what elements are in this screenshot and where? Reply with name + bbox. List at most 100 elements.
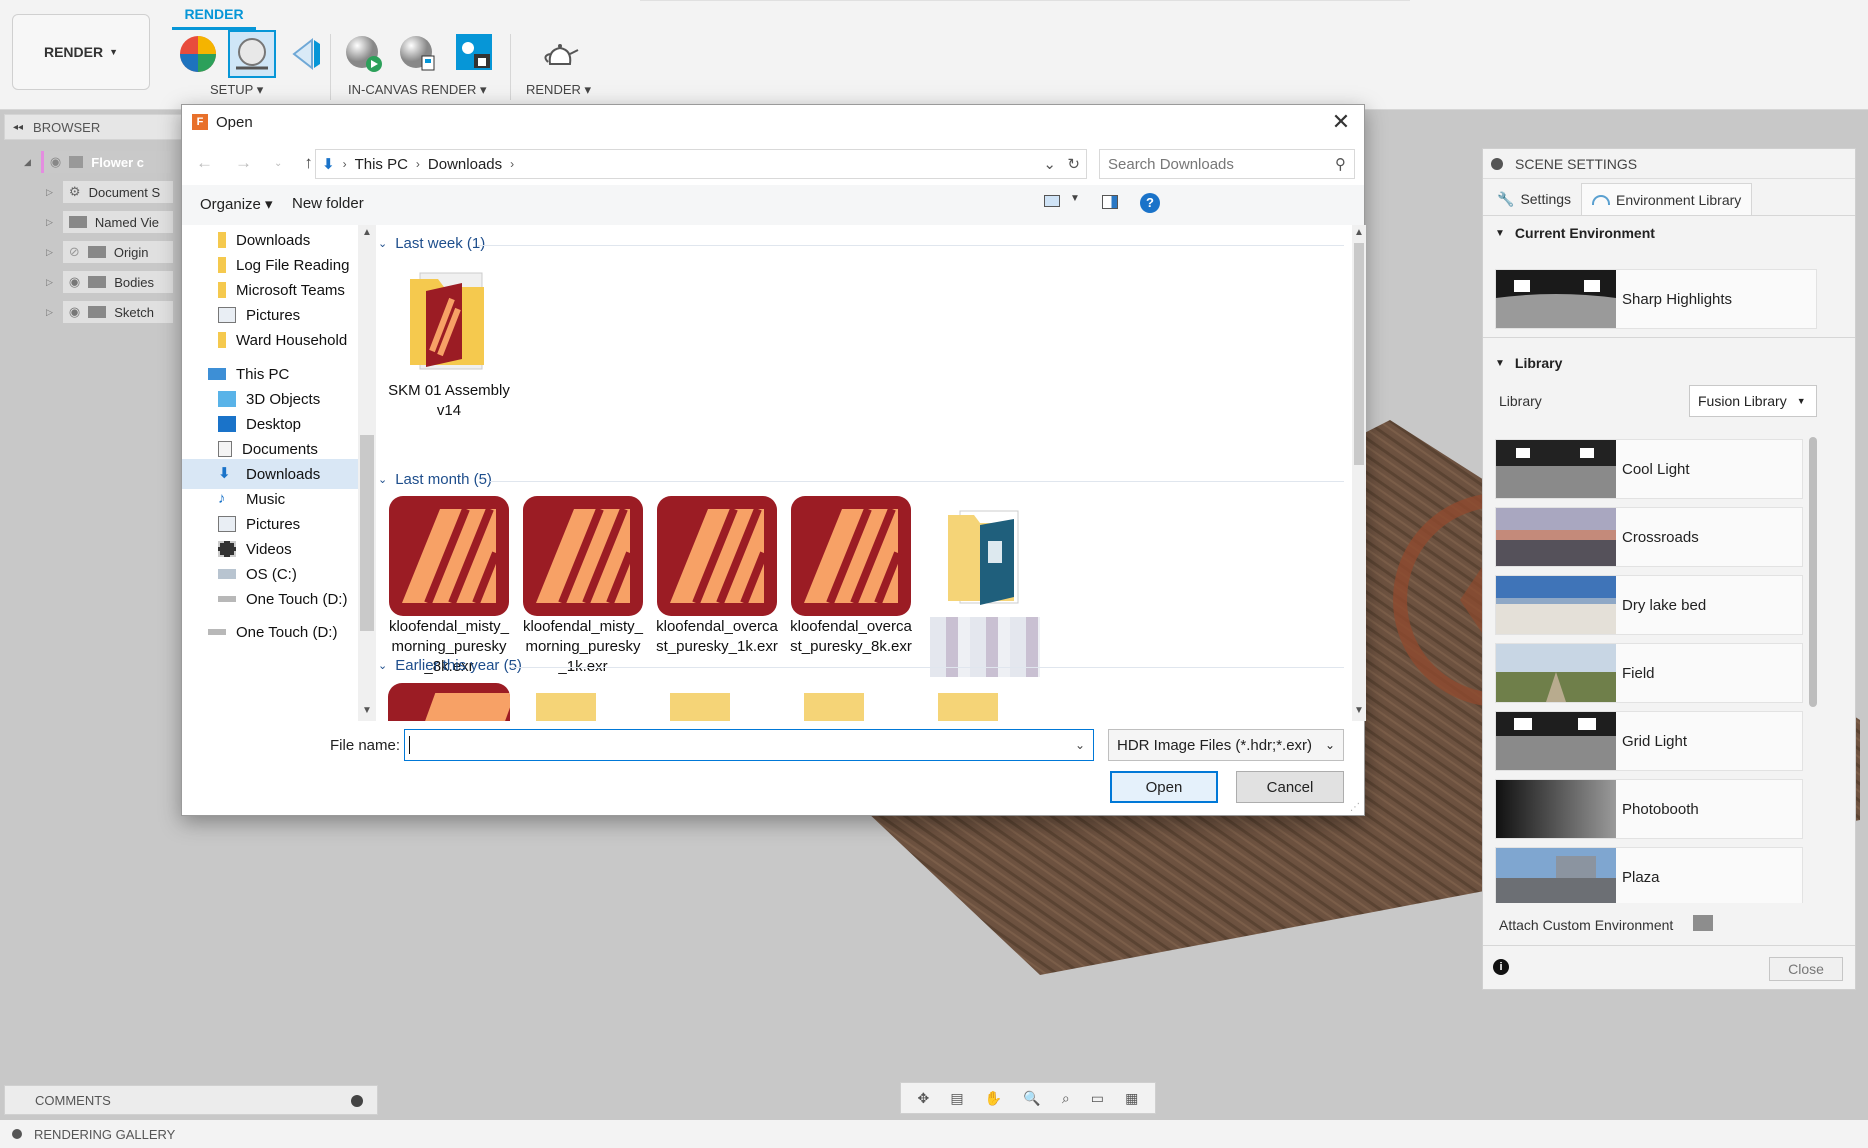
pan-hand-icon[interactable]: ✋ <box>985 1090 1002 1107</box>
environment-item-dry-lake-bed[interactable]: Dry lake bed <box>1495 575 1803 635</box>
comments-panel[interactable]: COMMENTS <box>4 1085 378 1115</box>
folder-icon[interactable] <box>938 693 998 721</box>
expand-triangle-icon[interactable]: ▷ <box>46 187 53 198</box>
navigation-pane-scrollbar[interactable]: ▲ ▼ <box>358 225 376 721</box>
browser-item-bodies[interactable]: ▷ ◉ Bodies <box>46 270 173 294</box>
workspace-switcher-button[interactable]: RENDER ▼ <box>12 14 150 90</box>
tab-environment-library[interactable]: Environment Library <box>1581 183 1753 215</box>
scroll-up-icon[interactable]: ▲ <box>1354 227 1364 238</box>
texture-map-icon[interactable] <box>286 34 326 74</box>
browser-item-sketches[interactable]: ▷ ◉ Sketch <box>46 300 173 324</box>
group-header-earlier-this-year[interactable]: ⌄ Earlier this year (5) <box>378 657 522 674</box>
view-dropdown-icon[interactable]: ▼ <box>1070 193 1080 204</box>
file-item-exr[interactable]: kloofendal_overcast_puresky_8k.exr <box>790 495 912 657</box>
library-select[interactable]: Fusion Library ▼ <box>1689 385 1817 417</box>
cancel-button[interactable]: Cancel <box>1236 771 1344 803</box>
dialog-title-bar[interactable]: F Open <box>182 105 1364 139</box>
file-name-input[interactable]: ⌄ <box>404 729 1094 761</box>
close-icon[interactable]: ✕ <box>1328 109 1354 135</box>
nav-item-ward-household[interactable]: Ward Household <box>182 325 358 355</box>
environment-item-plaza[interactable]: Plaza <box>1495 847 1803 903</box>
browser-panel-header[interactable]: ◂◂ BROWSER <box>4 114 182 140</box>
file-item-exr[interactable]: kloofendal_misty_morning_puresky_8k.exr <box>388 495 510 677</box>
in-canvas-render-group-label[interactable]: IN-CANVAS RENDER ▾ <box>348 82 486 98</box>
file-item-exr[interactable]: kloofendal_misty_morning_puresky_1k.exr <box>522 495 644 677</box>
in-canvas-render-settings-icon[interactable] <box>398 34 438 74</box>
eye-icon[interactable]: ◉ <box>69 304 80 320</box>
environment-item-grid-light[interactable]: Grid Light <box>1495 711 1803 771</box>
environment-list-scrollbar[interactable] <box>1809 437 1817 707</box>
resize-grip-icon[interactable]: ⋰ <box>1350 802 1360 813</box>
eye-icon[interactable]: ◉ <box>50 154 61 170</box>
add-comment-icon[interactable] <box>351 1095 363 1107</box>
expand-triangle-icon[interactable]: ◢ <box>24 157 31 168</box>
file-item-skm-assembly[interactable]: SKM 01 Assembly v14 <box>388 259 510 421</box>
file-type-select[interactable]: HDR Image Files (*.hdr;*.exr) ⌄ <box>1108 729 1344 761</box>
change-view-icon[interactable] <box>1044 195 1060 207</box>
expand-triangle-icon[interactable]: ▷ <box>46 277 53 288</box>
display-settings-icon[interactable]: ▭ <box>1091 1090 1104 1107</box>
dropdown-arrow-icon[interactable]: ⌄ <box>1075 738 1085 752</box>
breadcrumb-downloads[interactable]: Downloads <box>428 156 502 173</box>
render-teapot-icon[interactable] <box>540 34 580 74</box>
render-group-label[interactable]: RENDER ▾ <box>526 82 591 98</box>
help-icon[interactable]: ? <box>1140 193 1160 213</box>
zoom-icon[interactable]: 🔍 <box>1023 1090 1040 1107</box>
preview-pane-icon[interactable] <box>1102 195 1118 209</box>
nav-item-one-touch-d[interactable]: One Touch (D:) <box>182 584 358 614</box>
browser-item-root[interactable]: ◢ ◉ Flower c <box>24 150 171 174</box>
file-list-scrollbar[interactable]: ▲ ▼ <box>1352 225 1366 721</box>
folder-icon[interactable] <box>536 693 596 721</box>
close-button[interactable]: Close <box>1769 957 1843 981</box>
refresh-icon[interactable]: ↻ <box>1067 155 1080 173</box>
file-item-folder-redacted[interactable] <box>924 495 1046 677</box>
expand-triangle-icon[interactable]: ▷ <box>46 247 53 258</box>
setup-group-label[interactable]: SETUP ▾ <box>210 82 263 98</box>
look-at-icon[interactable]: ▤ <box>950 1090 963 1107</box>
address-bar[interactable]: ⬇ › This PC › Downloads › ⌄ ↻ <box>315 149 1087 179</box>
eye-icon[interactable]: ◉ <box>69 274 80 290</box>
environment-item-cool-light[interactable]: Cool Light <box>1495 439 1803 499</box>
expand-triangle-icon[interactable]: ▷ <box>46 307 53 318</box>
open-button[interactable]: Open <box>1110 771 1218 803</box>
tab-render[interactable]: RENDER <box>172 6 256 30</box>
current-environment-section[interactable]: ▼ Current Environment <box>1495 225 1655 241</box>
up-arrow-icon[interactable]: ↑ <box>304 153 313 175</box>
browser-item-origin[interactable]: ▷ ⊘ Origin <box>46 240 173 264</box>
eye-hidden-icon[interactable]: ⊘ <box>69 244 80 260</box>
scroll-up-icon[interactable]: ▲ <box>362 227 372 238</box>
breadcrumb-this-pc[interactable]: This PC <box>355 156 408 173</box>
scroll-down-icon[interactable]: ▼ <box>362 705 372 716</box>
forward-arrow-icon[interactable]: → <box>235 153 252 175</box>
current-environment-item[interactable]: Sharp Highlights <box>1495 269 1817 329</box>
file-item-partial[interactable] <box>388 683 510 721</box>
tab-settings[interactable]: 🔧 Settings <box>1487 183 1581 215</box>
browser-item-document-settings[interactable]: ▷ ⚙ Document S <box>46 180 173 204</box>
appearance-icon[interactable] <box>178 34 218 74</box>
folder-icon[interactable] <box>1693 915 1713 931</box>
in-canvas-render-icon[interactable] <box>344 34 384 74</box>
environment-item-photobooth[interactable]: Photobooth <box>1495 779 1803 839</box>
back-arrow-icon[interactable]: ← <box>196 153 213 175</box>
scene-settings-button[interactable] <box>228 30 276 78</box>
collapse-icon[interactable]: ◂◂ <box>13 122 23 133</box>
nav-item-one-touch-d-root[interactable]: One Touch (D:) <box>182 617 358 647</box>
orbit-icon[interactable]: ✥ <box>918 1090 930 1107</box>
collapse-dot-icon[interactable] <box>12 1129 22 1139</box>
group-header-last-month[interactable]: ⌄ Last month (5) <box>378 471 492 488</box>
expand-triangle-icon[interactable]: ▷ <box>46 217 53 228</box>
browser-item-named-views[interactable]: ▷ Named Vie <box>46 210 173 234</box>
grid-settings-icon[interactable]: ▦ <box>1125 1090 1138 1107</box>
recent-locations-icon[interactable]: ⌄ <box>274 153 282 175</box>
folder-icon[interactable] <box>670 693 730 721</box>
zoom-window-icon[interactable]: ⌕ <box>1062 1090 1070 1107</box>
search-input[interactable]: Search Downloads ⚲ <box>1099 149 1355 179</box>
folder-icon[interactable] <box>804 693 864 721</box>
group-header-last-week[interactable]: ⌄ Last week (1) <box>378 235 485 252</box>
address-dropdown-icon[interactable]: ⌄ <box>1043 155 1056 173</box>
scroll-down-icon[interactable]: ▼ <box>1354 705 1364 716</box>
collapse-dot-icon[interactable] <box>1491 157 1503 170</box>
environment-item-crossroads[interactable]: Crossroads <box>1495 507 1803 567</box>
scene-settings-header[interactable]: SCENE SETTINGS <box>1483 149 1855 179</box>
capture-image-icon[interactable] <box>454 32 494 72</box>
